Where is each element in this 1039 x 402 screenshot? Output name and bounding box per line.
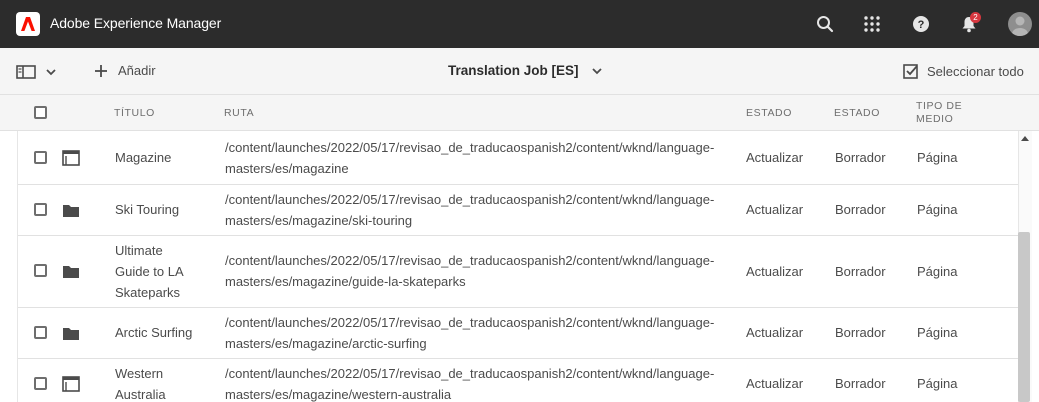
folder-icon (63, 266, 79, 278)
row-state: Borrador (835, 376, 886, 391)
row-path-line1: /content/launches/2022/05/17/revisao_de_… (225, 315, 715, 330)
table-header: TÍTULO RUTA ESTADO ESTADO TIPO DE MEDIO (0, 95, 1039, 131)
row-checkbox[interactable] (34, 264, 47, 277)
svg-text:?: ? (918, 19, 925, 31)
page-icon (62, 150, 80, 166)
translation-job-title-dropdown[interactable]: Translation Job [ES] (448, 63, 603, 78)
action-bar: Añadir Translation Job [ES] Seleccionar … (0, 48, 1039, 95)
column-header-path[interactable]: RUTA (224, 107, 254, 119)
search-icon[interactable] (813, 12, 837, 36)
column-header-status[interactable]: ESTADO (746, 107, 792, 119)
row-status: Actualizar (746, 264, 804, 279)
row-title: Arctic Surfing (115, 325, 193, 340)
column-header-title[interactable]: TÍTULO (114, 107, 155, 119)
row-media-type: Página (917, 376, 958, 391)
row-title-line3: Skateparks (115, 285, 181, 300)
rail-icon (16, 65, 36, 79)
row-title-line1: Ultimate (115, 243, 163, 258)
row-state: Borrador (835, 264, 886, 279)
row-title: Magazine (115, 150, 172, 165)
row-path-line2: masters/es/magazine/guide-la-skateparks (225, 274, 466, 289)
top-bar: Adobe Experience Manager ? 2 (0, 0, 1039, 48)
apps-grid-icon[interactable] (860, 12, 884, 36)
plus-icon (95, 64, 107, 77)
folder-icon (63, 328, 79, 340)
row-status: Actualizar (746, 202, 804, 217)
column-header-media-type-line1[interactable]: TIPO DE (916, 100, 962, 112)
add-button[interactable]: Añadir (94, 63, 156, 78)
table-row[interactable]: Ultimate Guide to LA Skateparks /content… (18, 236, 1018, 308)
notifications-bell-icon[interactable]: 2 (957, 12, 981, 36)
row-status: Actualizar (746, 376, 804, 391)
row-media-type: Página (917, 264, 958, 279)
scrollbar-thumb[interactable] (1018, 232, 1030, 402)
row-path-line1: /content/launches/2022/05/17/revisao_de_… (225, 192, 715, 207)
row-media-type: Página (917, 325, 958, 340)
row-checkbox[interactable] (34, 326, 47, 339)
row-path-line1: /content/launches/2022/05/17/revisao_de_… (225, 253, 715, 268)
help-icon[interactable]: ? (909, 12, 933, 36)
row-path-line1: /content/launches/2022/05/17/revisao_de_… (225, 366, 715, 381)
row-checkbox[interactable] (34, 377, 47, 390)
scroll-up-arrow-icon[interactable] (1018, 131, 1032, 145)
row-title: Ski Touring (115, 202, 180, 217)
row-media-type: Página (917, 202, 958, 217)
table-row[interactable]: Western Australia /content/launches/2022… (18, 359, 1018, 402)
select-all-label: Seleccionar todo (927, 63, 1024, 79)
user-avatar[interactable] (1008, 12, 1032, 36)
row-media-type: Página (917, 150, 958, 165)
page-title: Translation Job [ES] (448, 63, 579, 78)
rail-toggle-button[interactable] (16, 64, 57, 80)
folder-icon (63, 205, 79, 217)
row-checkbox[interactable] (34, 151, 47, 164)
add-button-label: Añadir (118, 63, 156, 78)
row-path-line2: masters/es/magazine/arctic-surfing (225, 336, 427, 351)
select-all-button[interactable]: Seleccionar todo (903, 63, 1024, 79)
chevron-down-icon (591, 67, 602, 74)
row-state: Borrador (835, 325, 886, 340)
app-title[interactable]: Adobe Experience Manager (50, 15, 221, 31)
table-row[interactable]: Magazine /content/launches/2022/05/17/re… (18, 131, 1018, 185)
page-icon (62, 376, 80, 392)
row-state: Borrador (835, 150, 886, 165)
select-all-checkbox-icon (903, 64, 918, 79)
row-path-line2: masters/es/magazine/ski-touring (225, 213, 413, 228)
row-path-line2: masters/es/magazine (225, 161, 349, 176)
adobe-logo-icon[interactable] (16, 12, 40, 36)
row-checkbox[interactable] (34, 203, 47, 216)
row-status: Actualizar (746, 325, 804, 340)
chevron-down-icon (46, 69, 56, 76)
row-title-line1: Western (115, 366, 164, 381)
row-state: Borrador (835, 202, 886, 217)
row-title-line2: Australia (115, 387, 166, 402)
select-all-rows-checkbox[interactable] (34, 106, 47, 119)
row-status: Actualizar (746, 150, 804, 165)
notification-count-badge: 2 (970, 12, 981, 23)
row-path-line1: /content/launches/2022/05/17/revisao_de_… (225, 140, 715, 155)
table-body: Magazine /content/launches/2022/05/17/re… (17, 131, 1018, 402)
column-header-media-type-line2[interactable]: MEDIO (916, 113, 953, 125)
row-title-line2: Guide to LA (115, 264, 184, 279)
row-path-line2: masters/es/magazine/western-australia (225, 387, 452, 402)
table-row[interactable]: Arctic Surfing /content/launches/2022/05… (18, 308, 1018, 359)
table-row[interactable]: Ski Touring /content/launches/2022/05/17… (18, 185, 1018, 236)
column-header-state[interactable]: ESTADO (834, 107, 880, 119)
